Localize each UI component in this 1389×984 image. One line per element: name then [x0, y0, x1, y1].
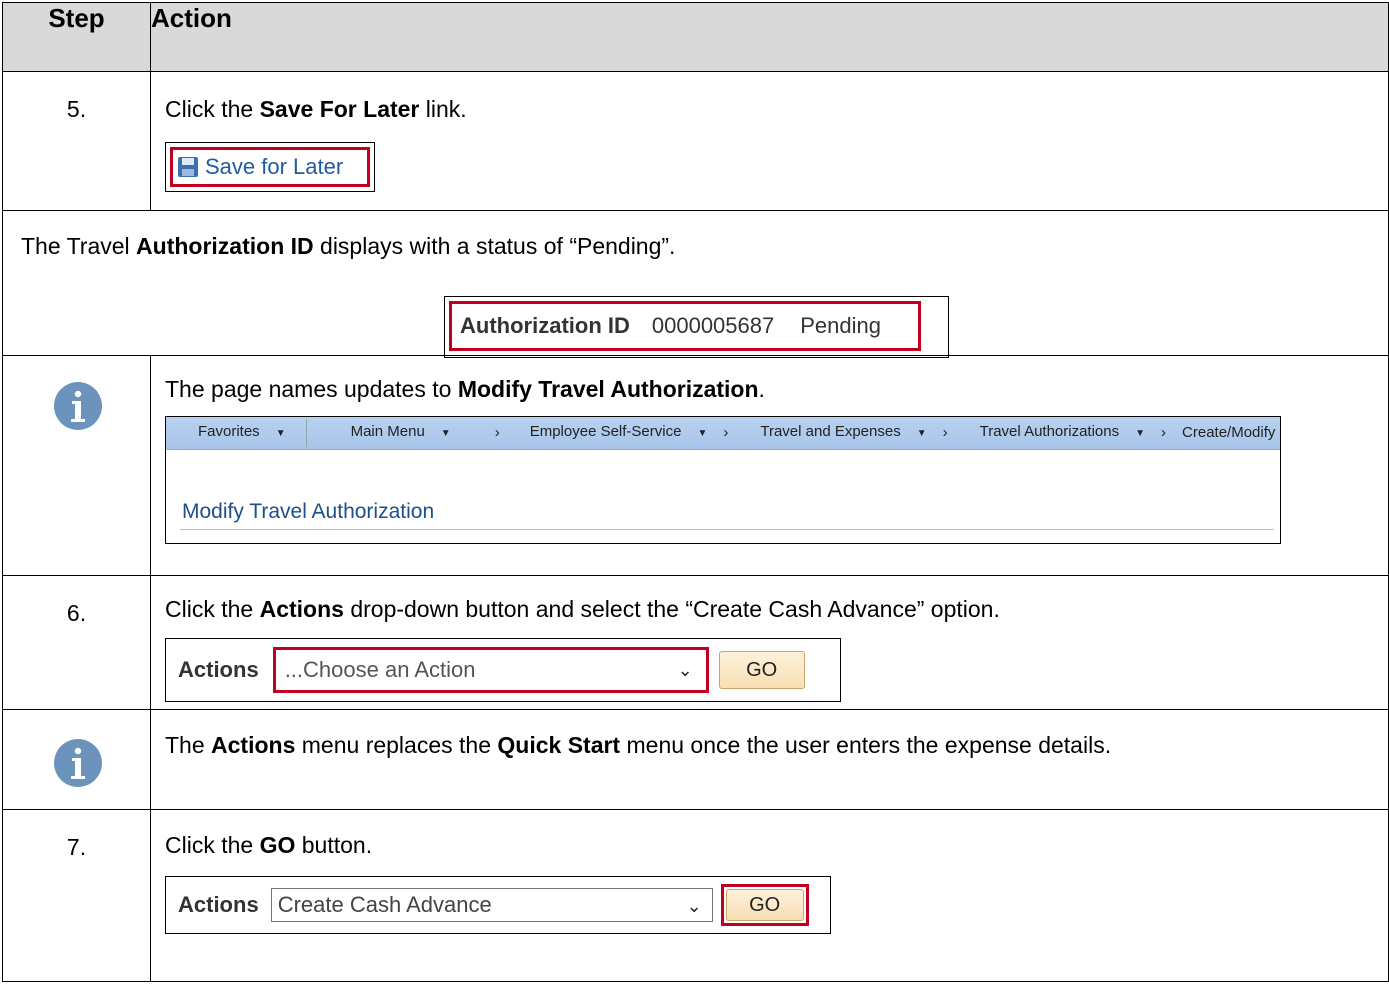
info-row-actions-menu: The Actions menu replaces the Quick Star…: [2, 709, 1389, 810]
save-for-later-screenshot: Save for Later: [165, 142, 375, 192]
step-number: 6.: [2, 575, 151, 710]
nav-travel-authorizations[interactable]: Travel Authorizations ▼: [964, 417, 1145, 449]
step-7-action: Click the GO button. Actions Create Cash…: [150, 809, 1389, 982]
instruction-text: Click the Save For Later link.: [165, 96, 467, 122]
highlight-frame: ...Choose an Action ⌄: [272, 647, 709, 693]
nav-main-menu[interactable]: Main Menu ▼: [335, 417, 451, 449]
nav-separator: ›: [942, 424, 948, 441]
step-5-action: Click the Save For Later link. Save for …: [150, 71, 1389, 211]
highlight-frame: GO: [720, 884, 809, 926]
floppy-disk-icon: [178, 157, 198, 177]
step-5-row: 5. Click the Save For Later link. Save f…: [2, 71, 1389, 211]
select-value: Create Cash Advance: [277, 892, 492, 917]
step-6-row: 6. Click the Actions drop-down button an…: [2, 575, 1389, 710]
step-number: 5.: [2, 71, 151, 211]
actions-label: Actions: [178, 657, 259, 682]
step-7-row: 7. Click the GO button. Actions Create C…: [2, 809, 1389, 982]
nav-separator: ›: [494, 424, 500, 441]
info-row-page-name: The page names updates to Modify Travel …: [2, 355, 1389, 576]
nav-favorites[interactable]: Favorites ▼: [182, 417, 286, 449]
highlight-frame: Save for Later: [170, 147, 370, 187]
actions-select[interactable]: Create Cash Advance ⌄: [270, 888, 713, 922]
authorization-status: Pending: [800, 313, 881, 338]
chevron-down-icon: ⌄: [677, 660, 693, 680]
instruction-text: Click the Actions drop-down button and s…: [165, 596, 1000, 622]
action-header: Action: [150, 2, 1389, 72]
authorization-row: The Travel Authorization ID displays wit…: [2, 210, 1389, 358]
page-title: Modify Travel Authorization: [182, 500, 435, 523]
authorization-id-label: Authorization ID: [460, 313, 630, 338]
save-for-later-link[interactable]: Save for Later: [205, 152, 343, 182]
nav-create-modify[interactable]: Create/Modify: [1182, 418, 1275, 448]
info-icon-cell: [2, 355, 151, 576]
nav-separator: ›: [1161, 424, 1167, 441]
step-number: 7.: [2, 809, 151, 982]
highlight-frame: Authorization ID 0000005687 Pending: [449, 301, 921, 351]
authorization-cell: The Travel Authorization ID displays wit…: [2, 210, 1389, 358]
actions-screenshot: Actions ...Choose an Action ⌄ GO: [165, 638, 841, 702]
info-text: The page names updates to Modify Travel …: [165, 376, 765, 402]
actions-label: Actions: [178, 892, 259, 917]
info-icon: [54, 739, 102, 787]
nav-separator: ›: [723, 424, 729, 441]
nav-divider: [305, 419, 307, 447]
info-icon-cell: [2, 709, 151, 810]
authorization-id-value: 0000005687: [651, 313, 775, 338]
nav-travel-and-expenses[interactable]: Travel and Expenses ▼: [744, 417, 926, 449]
step-6-action: Click the Actions drop-down button and s…: [150, 575, 1389, 710]
instruction-text: Click the GO button.: [165, 832, 373, 858]
authorization-screenshot: Authorization ID 0000005687 Pending: [444, 296, 949, 358]
info-text: The Actions menu replaces the Quick Star…: [165, 732, 1112, 758]
select-value: ...Choose an Action: [284, 657, 476, 682]
info-text-cell: The Actions menu replaces the Quick Star…: [150, 709, 1389, 810]
go-button[interactable]: GO: [718, 651, 805, 689]
nav-employee-self-service[interactable]: Employee Self-Service ▼: [514, 417, 708, 449]
steps-table: Step Action 5. Click the Save For Later …: [2, 2, 1389, 982]
header-row: Step Action: [2, 2, 1389, 72]
info-text-cell: The page names updates to Modify Travel …: [150, 355, 1389, 576]
breadcrumb: Favorites ▼ Main Menu ▼ › Employee Self-Se…: [166, 417, 1280, 450]
authorization-text: The Travel Authorization ID displays wit…: [21, 233, 676, 259]
go-button[interactable]: GO: [725, 889, 804, 921]
actions-screenshot: Actions Create Cash Advance ⌄ GO: [165, 876, 831, 934]
info-icon: [54, 382, 102, 430]
navigation-screenshot: Favorites ▼ Main Menu ▼ › Employee Self-Se…: [165, 416, 1281, 544]
chevron-down-icon: ⌄: [686, 896, 702, 916]
step-header: Step: [2, 2, 151, 72]
actions-select[interactable]: ...Choose an Action ⌄: [279, 653, 703, 687]
procedure-document: Step Action 5. Click the Save For Later …: [0, 0, 1389, 984]
divider: [180, 529, 1274, 530]
